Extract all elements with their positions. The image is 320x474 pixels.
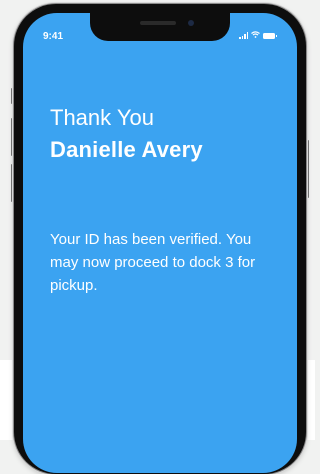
verification-message: Your ID has been verified. You may now p…	[50, 231, 256, 294]
battery-icon	[263, 32, 277, 39]
user-name: Danielle Avery	[50, 137, 203, 162]
signal-icon	[239, 32, 248, 39]
wifi-icon	[251, 31, 260, 40]
power-button	[306, 140, 309, 198]
status-icons	[239, 31, 277, 40]
speaker-grille	[140, 21, 176, 25]
greeting-text: Thank You	[50, 105, 154, 130]
front-camera	[188, 20, 194, 26]
status-time: 9:41	[43, 31, 64, 42]
phone-screen: 9:41 Thank You Danielle Avery Your ID ha…	[23, 13, 297, 473]
notch	[90, 13, 230, 41]
